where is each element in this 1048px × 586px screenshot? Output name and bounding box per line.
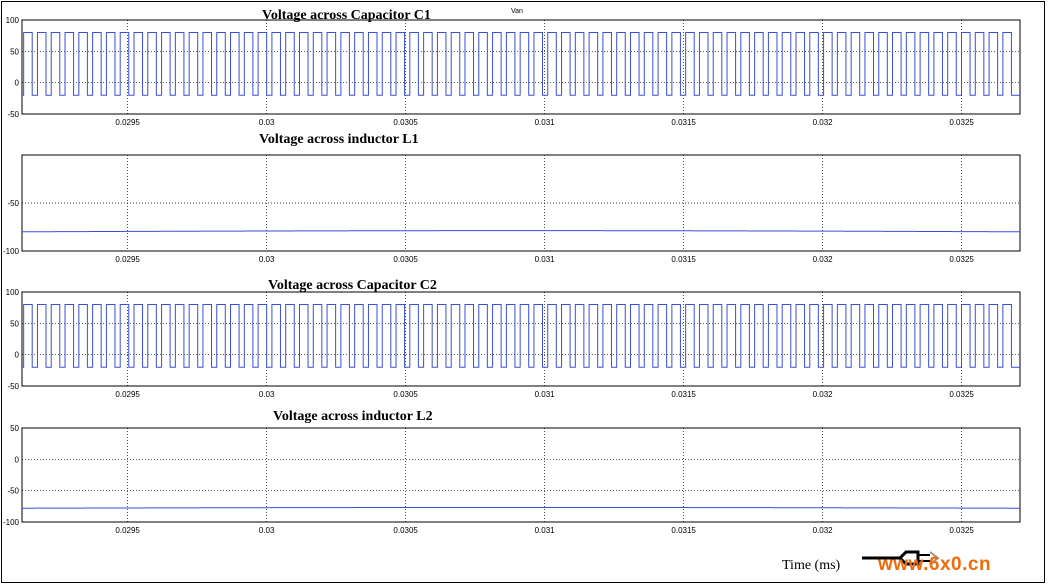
x-tick-label: 0.0315 (671, 390, 696, 399)
x-tick-label: 0.0325 (949, 526, 974, 535)
x-tick-label: 0.032 (813, 390, 834, 399)
x-tick-label: 0.0325 (949, 390, 974, 399)
plot-panel-4: Voltage across inductor L2 0.0295 0.03 0.03… (3, 409, 1021, 535)
y-tick-label: -50 (7, 110, 19, 119)
x-tick-label: 0.032 (813, 255, 834, 264)
scope-figure: Voltage across Capacitor C10.0295 0.03 0.0… (3, 8, 1021, 535)
y-tick-label: 50 (10, 319, 19, 328)
x-tick-label: 0.03 (259, 118, 275, 127)
x-tick-label: 0.0315 (671, 255, 696, 264)
x-tick-label: 0.0295 (115, 255, 140, 264)
y-tick-label: -50 (7, 487, 19, 496)
y-tick-label: -100 (3, 247, 20, 256)
plot-title: Voltage across inductor L1 (259, 132, 419, 147)
plot-panel-1: Voltage across Capacitor C10.0295 0.03 0.0… (6, 8, 1021, 127)
plot-panel-3: Voltage across Capacitor C2 0.0295 0.03 0.0… (6, 278, 1021, 399)
time-axis-label: Time (ms) (782, 558, 841, 573)
y-tick-label: -100 (3, 518, 20, 527)
y-tick-label: 100 (6, 288, 20, 297)
x-tick-label: 0.03 (259, 390, 275, 399)
x-tick-label: 0.032 (813, 118, 834, 127)
y-tick-label: 0 (15, 351, 20, 360)
y-tick-label: 50 (10, 47, 19, 56)
plot-area (21, 291, 1021, 387)
x-tick-label: 0.031 (535, 526, 556, 535)
x-tick-label: 0.0295 (115, 526, 140, 535)
x-tick-label: 0.0305 (393, 390, 418, 399)
y-tick-label: 100 (6, 16, 20, 25)
watermark-text: www.6x0.cn (878, 554, 992, 575)
x-tick-label: 0.0295 (115, 118, 140, 127)
x-tick-label: 0.0315 (671, 118, 696, 127)
plot-title: Voltage across inductor L2 (273, 409, 433, 424)
watermark: www.6x0.cn (860, 546, 1040, 580)
x-tick-label: 0.03 (259, 255, 275, 264)
x-tick-label: 0.031 (535, 118, 556, 127)
marker-label: Van (511, 8, 523, 15)
plot-area (21, 19, 1021, 115)
x-tick-label: 0.0315 (671, 526, 696, 535)
x-tick-label: 0.0305 (393, 118, 418, 127)
x-tick-label: 0.031 (535, 255, 556, 264)
y-tick-label: 50 (10, 424, 19, 433)
y-tick-label: 0 (15, 79, 20, 88)
x-tick-label: 0.03 (259, 526, 275, 535)
y-tick-label: 0 (15, 455, 20, 464)
y-tick-label: -50 (7, 382, 19, 391)
y-tick-label: -50 (7, 199, 19, 208)
plot-panel-2: Voltage across inductor L1 0.0295 0.03 0.03… (3, 132, 1021, 264)
x-tick-label: 0.032 (813, 526, 834, 535)
x-tick-label: 0.0325 (949, 118, 974, 127)
x-tick-label: 0.031 (535, 390, 556, 399)
plot-title: Voltage across Capacitor C2 (268, 278, 437, 293)
x-tick-label: 0.0305 (393, 255, 418, 264)
x-tick-label: 0.0305 (393, 526, 418, 535)
x-tick-label: 0.0295 (115, 390, 140, 399)
x-tick-label: 0.0325 (949, 255, 974, 264)
